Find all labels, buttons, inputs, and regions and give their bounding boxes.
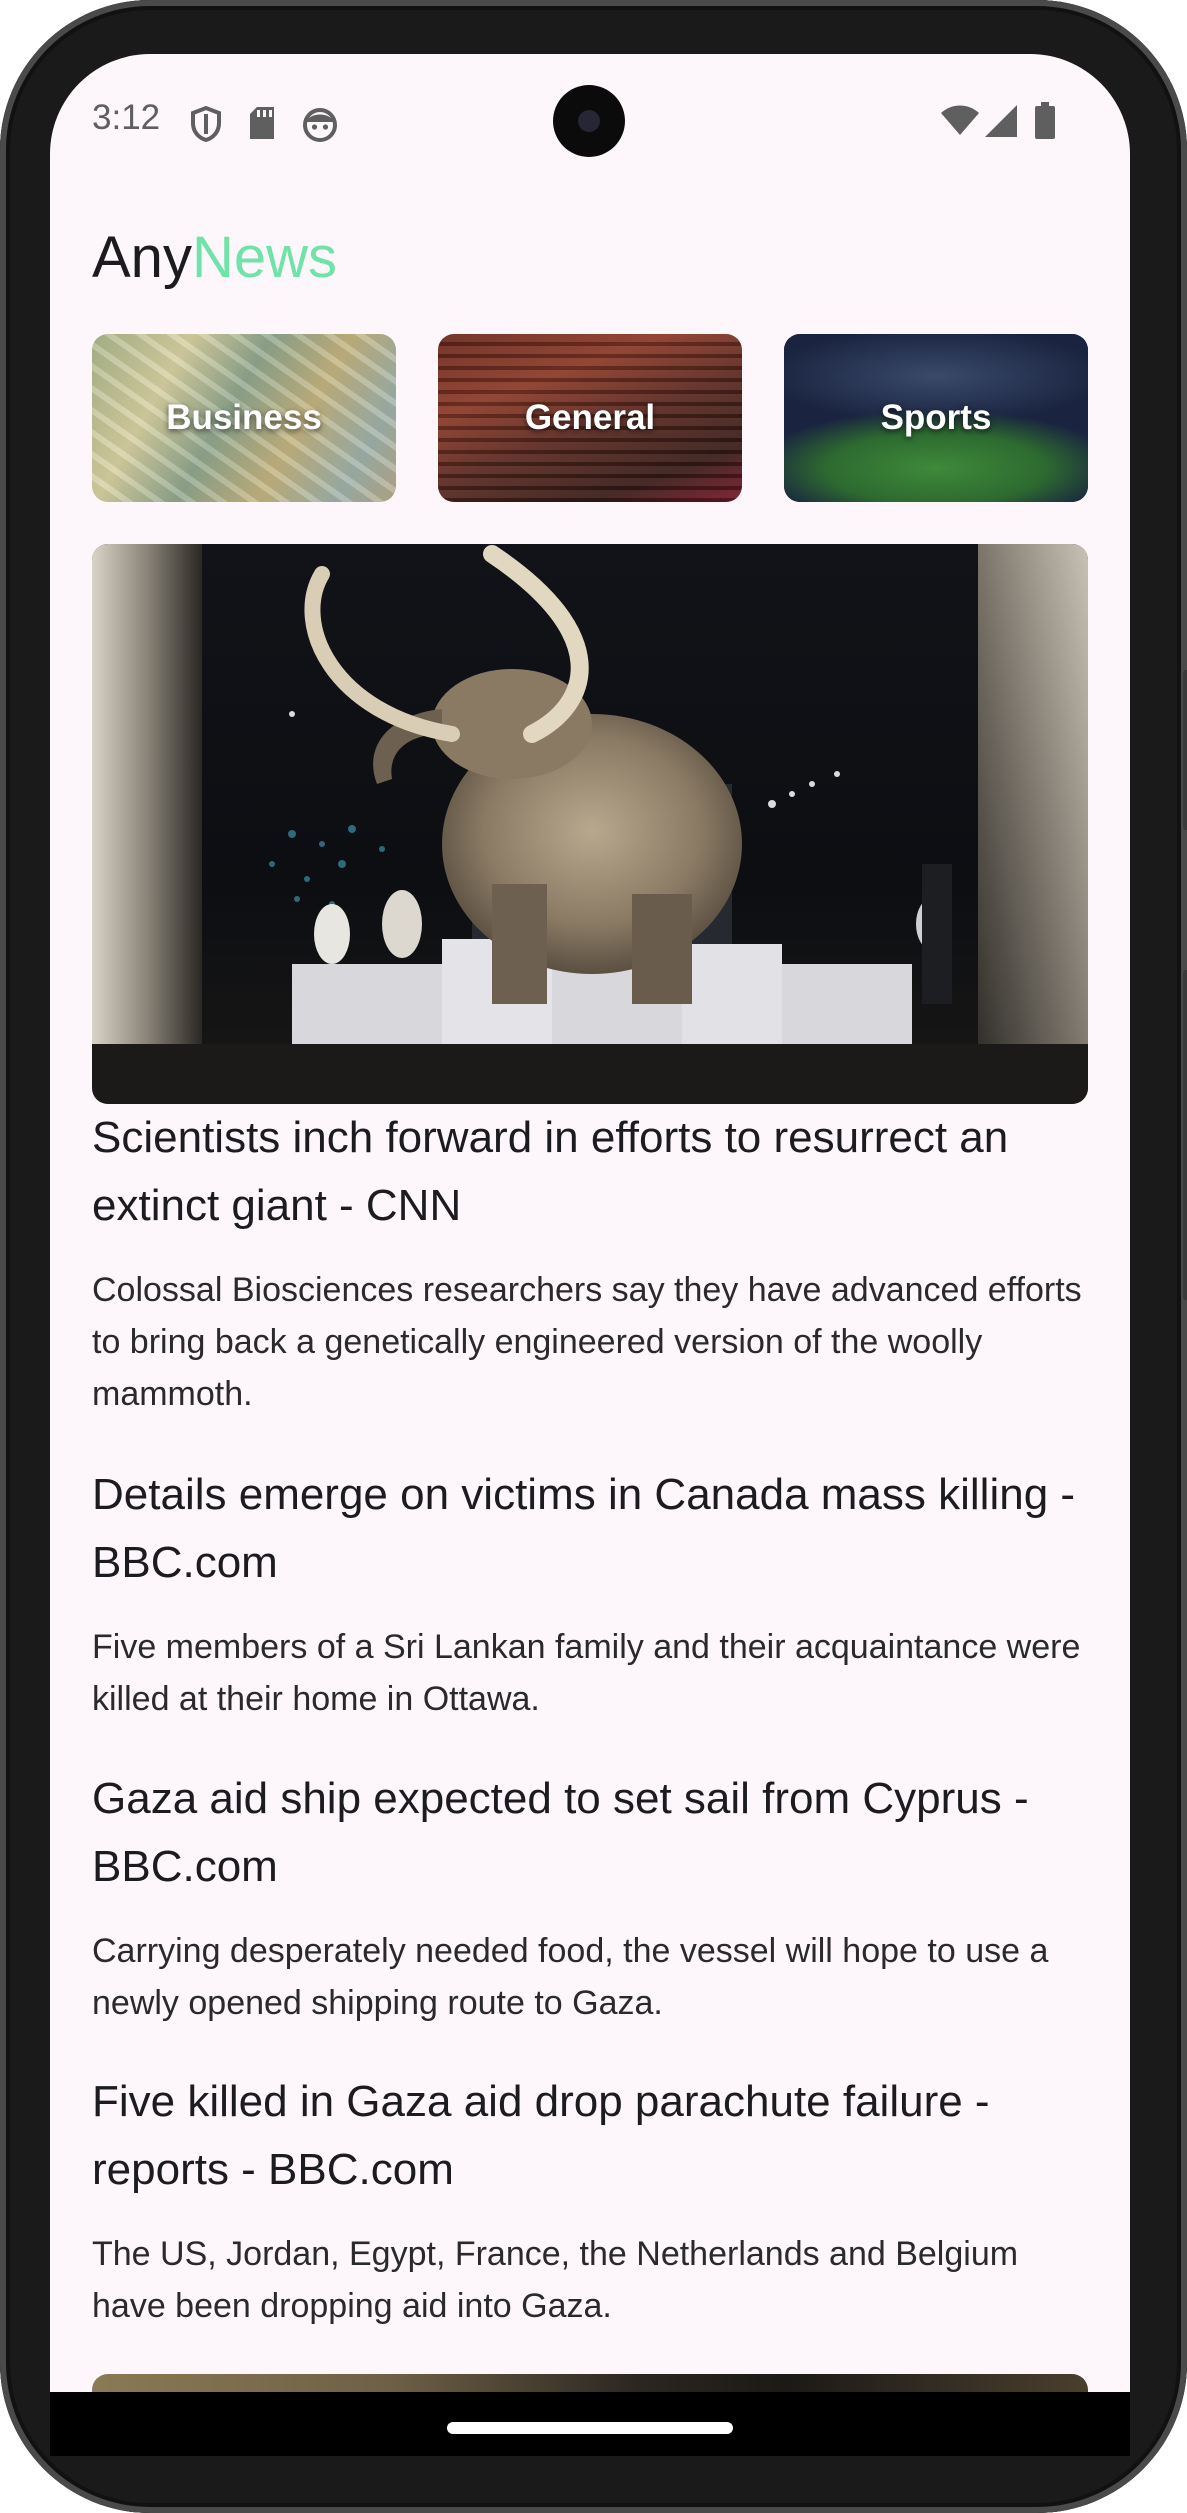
category-row: Business General Sports bbox=[92, 334, 1088, 502]
next-article-image[interactable] bbox=[92, 2374, 1088, 2392]
category-label: Sports bbox=[880, 398, 992, 437]
front-camera bbox=[553, 85, 625, 157]
article-description: Colossal Biosciences researchers say the… bbox=[92, 1271, 1082, 1413]
article-title: Gaza aid ship expected to set sail from … bbox=[92, 1774, 1029, 1891]
shield-icon bbox=[191, 106, 221, 142]
category-label: Business bbox=[166, 398, 322, 437]
wifi-icon bbox=[941, 105, 979, 135]
app-title-any: Any bbox=[92, 225, 192, 290]
app-screen: 3:12 AnyNews Business General Sports Sci… bbox=[50, 54, 1130, 2392]
article-description: The US, Jordan, Egypt, France, the Nethe… bbox=[92, 2235, 1019, 2325]
article-title: Five killed in Gaza aid drop parachute f… bbox=[92, 2077, 990, 2194]
article-description: Five members of a Sri Lankan family and … bbox=[92, 1628, 1081, 1718]
status-time: 3:12 bbox=[92, 98, 161, 137]
category-label: General bbox=[524, 398, 656, 437]
article-item[interactable]: Details emerge on victims in Canada mass… bbox=[92, 1461, 1092, 1725]
app-title-news: News bbox=[191, 225, 337, 290]
home-indicator[interactable] bbox=[447, 2422, 733, 2434]
signal-icon bbox=[985, 105, 1017, 137]
power-button bbox=[1183, 970, 1187, 1300]
navigation-bar bbox=[50, 2392, 1130, 2456]
featured-article-image[interactable] bbox=[92, 544, 1088, 1104]
article-title: Details emerge on victims in Canada mass… bbox=[92, 1470, 1076, 1587]
article-item[interactable]: Gaza aid ship expected to set sail from … bbox=[92, 1765, 1092, 2029]
category-card-general[interactable]: General bbox=[438, 334, 742, 502]
category-card-business[interactable]: Business bbox=[92, 334, 396, 502]
article-item[interactable]: Five killed in Gaza aid drop parachute f… bbox=[92, 2068, 1092, 2332]
mammoth-image bbox=[92, 544, 1088, 1104]
sd-card-icon bbox=[250, 107, 274, 139]
category-card-sports[interactable]: Sports bbox=[784, 334, 1088, 502]
app-title: AnyNews bbox=[92, 224, 337, 291]
phone-frame: 3:12 AnyNews Business General Sports Sci… bbox=[0, 0, 1187, 2513]
volume-button bbox=[1183, 670, 1187, 830]
article-title: Scientists inch forward in efforts to re… bbox=[92, 1113, 1009, 1230]
article-item[interactable]: Scientists inch forward in efforts to re… bbox=[92, 1104, 1092, 1420]
article-description: Carrying desperately needed food, the ve… bbox=[92, 1932, 1049, 2022]
android-face-icon bbox=[303, 108, 337, 142]
battery-icon bbox=[1035, 102, 1055, 139]
status-bar: 3:12 bbox=[50, 54, 1130, 194]
